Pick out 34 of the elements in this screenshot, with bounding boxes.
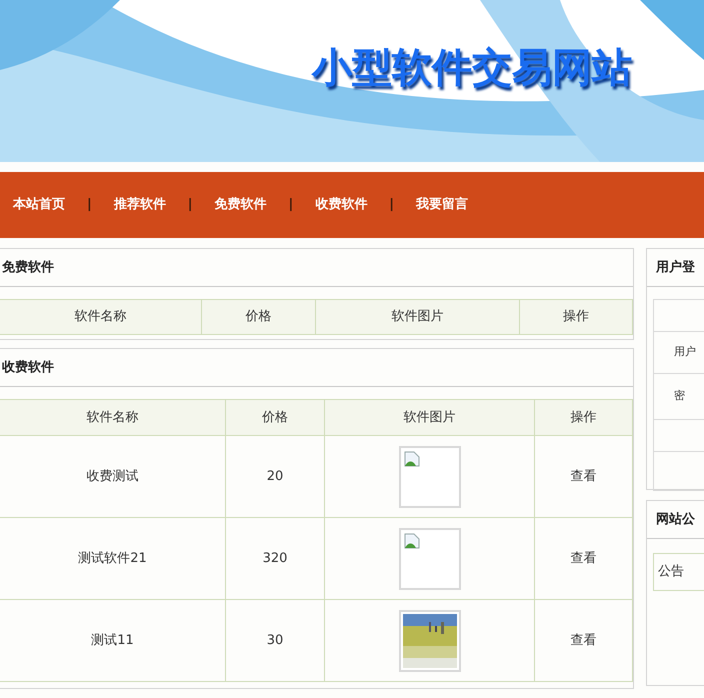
broken-image-icon <box>404 450 420 466</box>
nav-separator: | <box>389 196 394 214</box>
view-link[interactable]: 查看 <box>570 630 596 650</box>
nav-link[interactable]: 我要留言 <box>416 195 468 215</box>
table-cell: 320 <box>226 518 325 600</box>
column-header: 软件图片 <box>325 400 535 436</box>
view-link[interactable]: 查看 <box>570 548 596 568</box>
broken-image-icon <box>404 532 420 548</box>
column-header: 软件名称 <box>0 300 202 335</box>
view-link[interactable]: 查看 <box>570 466 596 486</box>
nav-link[interactable]: 推荐软件 <box>114 195 166 215</box>
column-header: 价格 <box>226 400 325 436</box>
nav-link[interactable]: 收费软件 <box>315 195 368 215</box>
panel-title: 免费软件 <box>2 258 54 277</box>
nav-separator: | <box>87 196 92 214</box>
table-cell: 20 <box>226 436 325 518</box>
column-header: 价格 <box>202 300 316 335</box>
column-header: 操作 <box>535 400 633 436</box>
table-cell: 收费测试 <box>0 436 226 518</box>
table-cell: 30 <box>226 600 325 682</box>
panel-title: 用户登 <box>656 258 695 277</box>
nav-separator: | <box>188 196 192 214</box>
username-label: 用户 <box>674 344 696 360</box>
nav-separator: | <box>288 196 294 214</box>
column-header: 软件图片 <box>316 300 520 335</box>
column-header: 操作 <box>520 300 633 335</box>
nav-link[interactable]: 本站首页 <box>13 195 65 215</box>
panel-title: 网站公 <box>656 510 695 529</box>
panel-title: 收费软件 <box>2 358 54 377</box>
nav-link[interactable]: 免费软件 <box>214 195 266 215</box>
table-cell: 测试11 <box>0 600 226 682</box>
password-label: 密 <box>674 388 685 404</box>
column-header: 软件名称 <box>0 400 226 436</box>
table-cell: 测试软件21 <box>0 518 226 600</box>
